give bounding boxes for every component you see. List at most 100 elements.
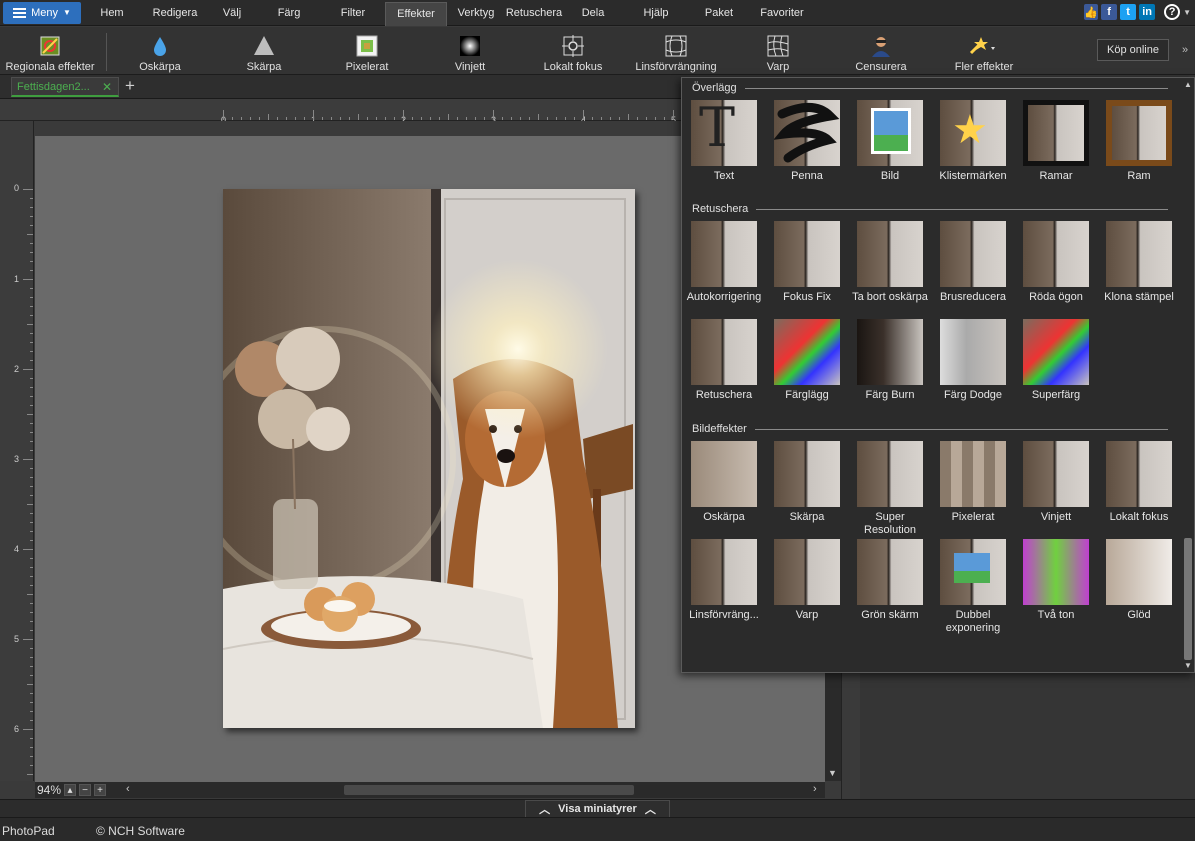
effect-item[interactable]: Glöd xyxy=(1098,539,1180,622)
ruler-tick xyxy=(30,207,33,208)
chevron-down-icon[interactable]: ▼ xyxy=(1184,661,1192,670)
section-divider xyxy=(744,87,1168,89)
section-title: Bildeffekter xyxy=(692,423,747,435)
photo-image[interactable] xyxy=(223,189,635,728)
tab-verktyg[interactable]: Verktyg xyxy=(447,0,505,26)
effect-item[interactable]: T Text xyxy=(683,100,765,183)
horizontal-scroll-thumb[interactable] xyxy=(344,785,634,795)
effect-thumbnail xyxy=(691,539,757,605)
effect-label: Ramar xyxy=(1039,170,1073,182)
fler-effekter-button[interactable]: Fler effekter xyxy=(948,29,1020,73)
close-icon[interactable]: ✕ xyxy=(102,80,112,94)
chevron-down-icon[interactable]: ▼ xyxy=(1183,8,1191,17)
ruler-tick xyxy=(286,117,287,120)
effect-label: Färglägg xyxy=(785,389,829,401)
varp-button[interactable]: Varp xyxy=(748,29,808,73)
visa-miniatyrer-toggle[interactable]: ︿ Visa miniatyrer ︿ xyxy=(525,800,670,817)
effect-item[interactable]: Fokus Fix xyxy=(766,221,848,304)
tool-label: Fler effekter xyxy=(954,61,1014,73)
effect-item[interactable]: Vinjett xyxy=(1015,441,1097,524)
lokalt-fokus-button[interactable]: Lokalt fokus xyxy=(540,29,606,73)
scroll-left-icon[interactable]: ‹ xyxy=(126,783,130,795)
tab-filter[interactable]: Filter xyxy=(321,0,385,26)
warp-grid-icon xyxy=(767,35,789,57)
section-header: Bildeffekter xyxy=(692,423,1168,435)
skarpa-button[interactable]: Skärpa xyxy=(234,29,294,73)
effect-label: Oskärpa xyxy=(703,511,745,523)
effect-item[interactable]: Ram xyxy=(1098,100,1180,183)
document-tab[interactable]: Fettisdagen2... ✕ xyxy=(11,77,119,97)
effect-label: Röda ögon xyxy=(1029,291,1083,303)
ruler-tick xyxy=(223,110,224,120)
effect-item[interactable]: Klona stämpel xyxy=(1098,221,1180,304)
effect-item[interactable]: Autokorrigering xyxy=(683,221,765,304)
effect-item[interactable]: Ramar xyxy=(1015,100,1097,183)
effect-item[interactable]: Bild xyxy=(849,100,931,183)
effect-item[interactable]: Lokalt fokus xyxy=(1098,441,1180,524)
ruler-tick xyxy=(628,114,629,120)
oskarpa-button[interactable]: Oskärpa xyxy=(130,29,190,73)
tab-retuschera[interactable]: Retuschera xyxy=(505,0,563,26)
chevron-up-icon[interactable]: ▲ xyxy=(1184,80,1192,89)
effect-item[interactable]: Två ton xyxy=(1015,539,1097,622)
effect-item[interactable]: Oskärpa xyxy=(683,441,765,524)
ruler-tick xyxy=(646,117,647,120)
zoom-in-button[interactable]: + xyxy=(94,784,107,796)
linkedin-icon[interactable]: in xyxy=(1139,4,1156,20)
effect-item[interactable]: Färg Dodge xyxy=(932,319,1014,402)
photopad-window: Meny ▼ Hem Redigera Välj Färg Filter Eff… xyxy=(0,0,1195,841)
scroll-right-icon[interactable]: › xyxy=(813,783,817,795)
vinjett-button[interactable]: Vinjett xyxy=(440,29,500,73)
zoom-spin-icon[interactable]: ▴ xyxy=(64,784,77,796)
effect-item[interactable]: Penna xyxy=(766,100,848,183)
thumbs-up-icon[interactable]: 👍 xyxy=(1084,4,1099,20)
ruler-tick xyxy=(349,117,350,120)
help-icon[interactable]: ? xyxy=(1164,4,1181,20)
linsforvrangning-button[interactable]: Linsförvrängning xyxy=(630,29,722,73)
effect-item[interactable]: Brusreducera xyxy=(932,221,1014,304)
tab-favoriter[interactable]: Favoriter xyxy=(749,0,815,26)
effect-item[interactable]: Skärpa xyxy=(766,441,848,524)
toolbar-overflow-button[interactable]: » xyxy=(1182,44,1188,56)
effect-item[interactable]: Super Resolution xyxy=(849,441,931,537)
effect-item[interactable]: Färglägg xyxy=(766,319,848,402)
tab-farg[interactable]: Färg xyxy=(257,0,321,26)
effect-item[interactable]: Linsförvräng... xyxy=(683,539,765,622)
tool-label: Linsförvrängning xyxy=(635,61,717,73)
effect-item[interactable]: ★ Klistermärken xyxy=(932,100,1014,183)
effect-item[interactable]: Grön skärm xyxy=(849,539,931,622)
censurera-button[interactable]: Censurera xyxy=(850,29,912,73)
ruler-label: 2 xyxy=(14,364,20,374)
effect-thumbnail xyxy=(1106,221,1172,287)
facebook-icon[interactable]: f xyxy=(1101,4,1118,20)
tab-hjalp[interactable]: Hjälp xyxy=(623,0,689,26)
effect-item[interactable]: Superfärg xyxy=(1015,319,1097,402)
effect-item[interactable]: Färg Burn xyxy=(849,319,931,402)
tab-effekter[interactable]: Effekter xyxy=(385,1,447,26)
regionala-effekter-button[interactable]: Regionala effekter xyxy=(2,29,98,73)
effect-item[interactable]: Varp xyxy=(766,539,848,622)
tab-hem[interactable]: Hem xyxy=(81,0,143,26)
new-tab-icon[interactable]: + xyxy=(125,76,135,96)
twitter-icon[interactable]: t xyxy=(1120,4,1137,20)
meny-button[interactable]: Meny ▼ xyxy=(3,1,81,24)
zoom-out-button[interactable]: − xyxy=(79,784,92,796)
ruler-tick xyxy=(358,114,359,120)
effect-item[interactable]: Retuschera xyxy=(683,319,765,402)
effect-item[interactable]: Ta bort oskärpa xyxy=(849,221,931,304)
tab-redigera[interactable]: Redigera xyxy=(143,0,207,26)
effect-thumbnail xyxy=(1023,100,1089,166)
kop-online-button[interactable]: Köp online xyxy=(1097,39,1169,61)
effect-item[interactable]: Pixelerat xyxy=(932,441,1014,524)
effect-item[interactable]: Röda ögon xyxy=(1015,221,1097,304)
popup-scrollbar[interactable]: ▲ ▼ xyxy=(1181,78,1194,672)
pixelerat-button[interactable]: Pixelerat xyxy=(337,29,397,73)
tab-dela[interactable]: Dela xyxy=(563,0,623,26)
chevron-down-icon[interactable]: ▼ xyxy=(828,768,837,778)
tool-label: Censurera xyxy=(855,61,907,73)
effect-item[interactable]: Dubbel exponering xyxy=(932,539,1014,635)
ruler-tick xyxy=(655,117,656,120)
tab-paket[interactable]: Paket xyxy=(689,0,749,26)
tab-valj[interactable]: Välj xyxy=(207,0,257,26)
popup-scroll-thumb[interactable] xyxy=(1184,538,1192,660)
